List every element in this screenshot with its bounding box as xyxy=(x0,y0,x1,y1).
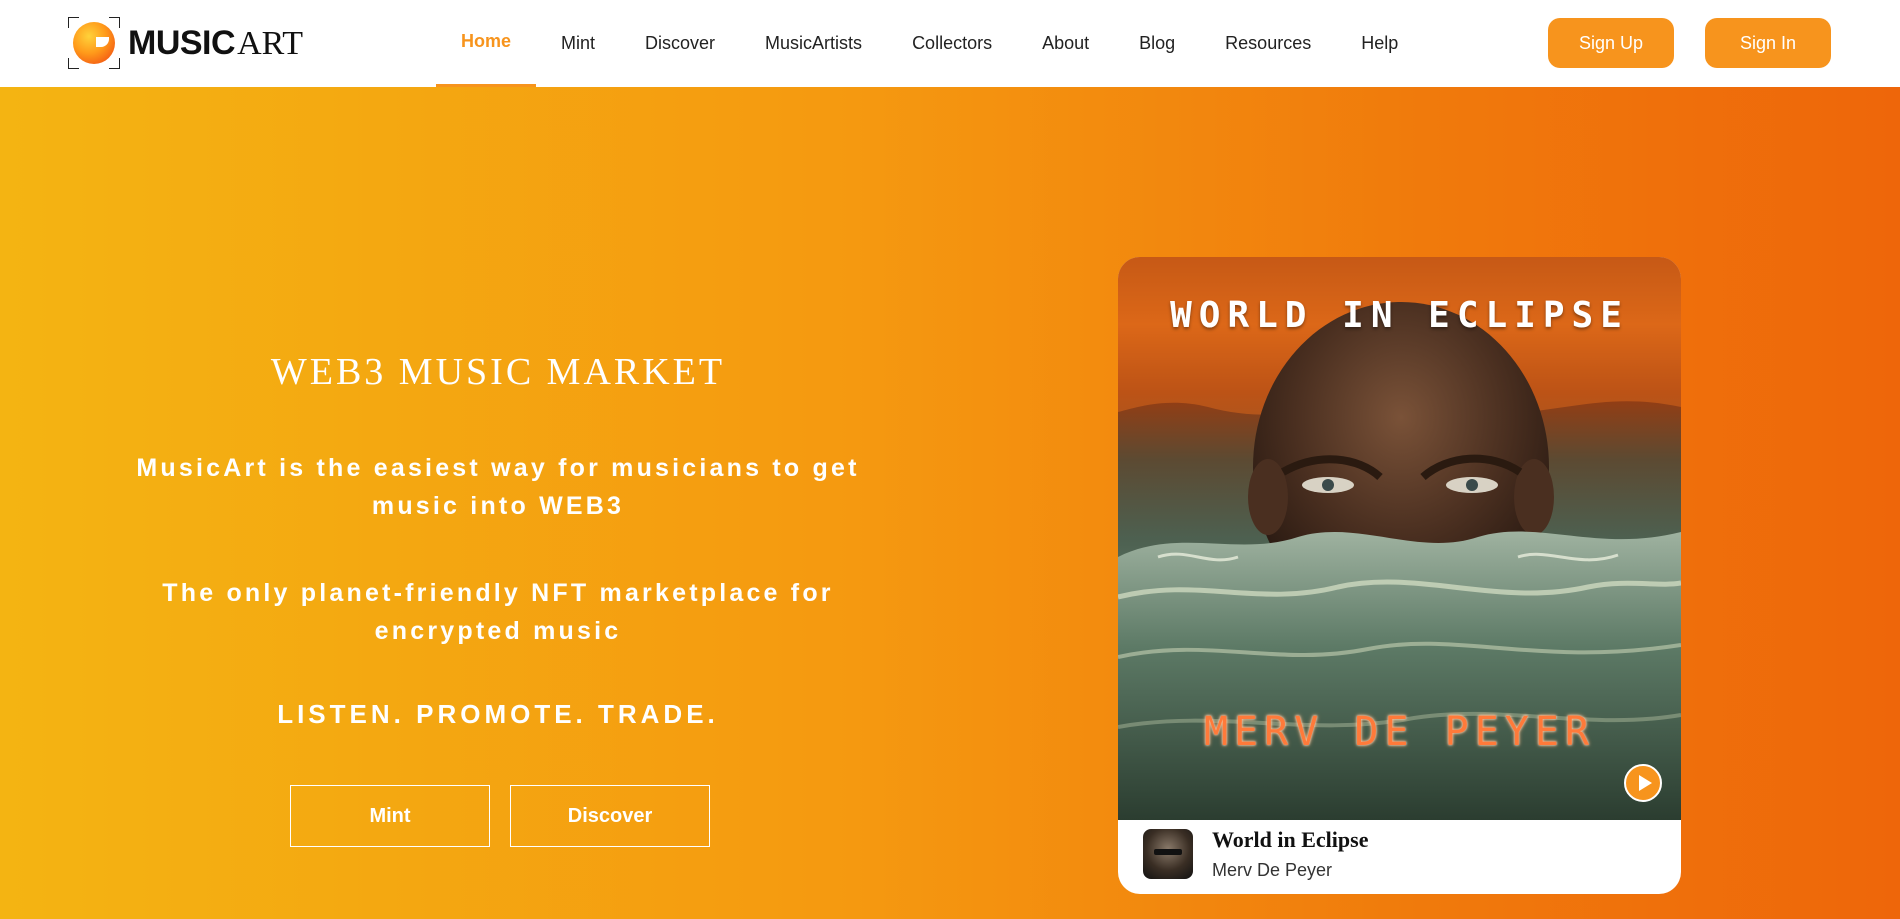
hero-tagline: LISTEN. PROMOTE. TRADE. xyxy=(277,699,719,729)
logo-text-bold: MUSIC xyxy=(128,23,236,62)
nav-help[interactable]: Help xyxy=(1336,0,1423,87)
nav-about[interactable]: About xyxy=(1017,0,1114,87)
album-cover[interactable]: WORLD IN ECLIPSE MERV DE PEYER xyxy=(1118,257,1681,820)
logo-text-light: ART xyxy=(237,24,304,62)
nav-home[interactable]: Home xyxy=(436,0,537,87)
hero-subtitle-1: MusicArt is the easiest way for musician… xyxy=(136,454,860,520)
main-nav: Home Mint Discover MusicArtists Collecto… xyxy=(436,0,1423,87)
hero-title: WEB3 MUSIC MARKET xyxy=(270,351,726,393)
hero-section: WEB3 MUSIC MARKET MusicArt is the easies… xyxy=(0,87,1900,919)
featured-track-card[interactable]: WORLD IN ECLIPSE MERV DE PEYER World in … xyxy=(1118,257,1681,894)
cover-artist: MERV DE PEYER xyxy=(1203,709,1596,755)
nav-discover[interactable]: Discover xyxy=(620,0,740,87)
sign-up-button[interactable]: Sign Up xyxy=(1548,18,1674,68)
nav-musicartists[interactable]: MusicArtists xyxy=(740,0,887,87)
nav-collectors[interactable]: Collectors xyxy=(887,0,1017,87)
logo-text: MUSIC ART xyxy=(128,24,303,63)
nav-blog[interactable]: Blog xyxy=(1114,0,1200,87)
music-disc-logo-icon xyxy=(68,17,120,69)
navbar: MUSIC ART Home Mint Discover MusicArtists… xyxy=(0,0,1900,87)
track-info: World in Eclipse Merv De Peyer xyxy=(1118,820,1681,894)
nav-resources[interactable]: Resources xyxy=(1200,0,1336,87)
play-icon[interactable] xyxy=(1624,764,1662,802)
logo[interactable]: MUSIC ART xyxy=(68,17,303,69)
cover-title: WORLD IN ECLIPSE xyxy=(1170,295,1629,336)
hero-discover-button[interactable]: Discover xyxy=(510,785,710,847)
track-title[interactable]: World in Eclipse xyxy=(1212,827,1368,853)
track-artist[interactable]: Merv De Peyer xyxy=(1212,860,1332,881)
nav-mint[interactable]: Mint xyxy=(536,0,620,87)
hero-mint-button[interactable]: Mint xyxy=(290,785,490,847)
sign-in-button[interactable]: Sign In xyxy=(1705,18,1831,68)
hero-subtitle-2: The only planet-friendly NFT marketplace… xyxy=(162,579,834,645)
artist-avatar xyxy=(1143,829,1193,879)
